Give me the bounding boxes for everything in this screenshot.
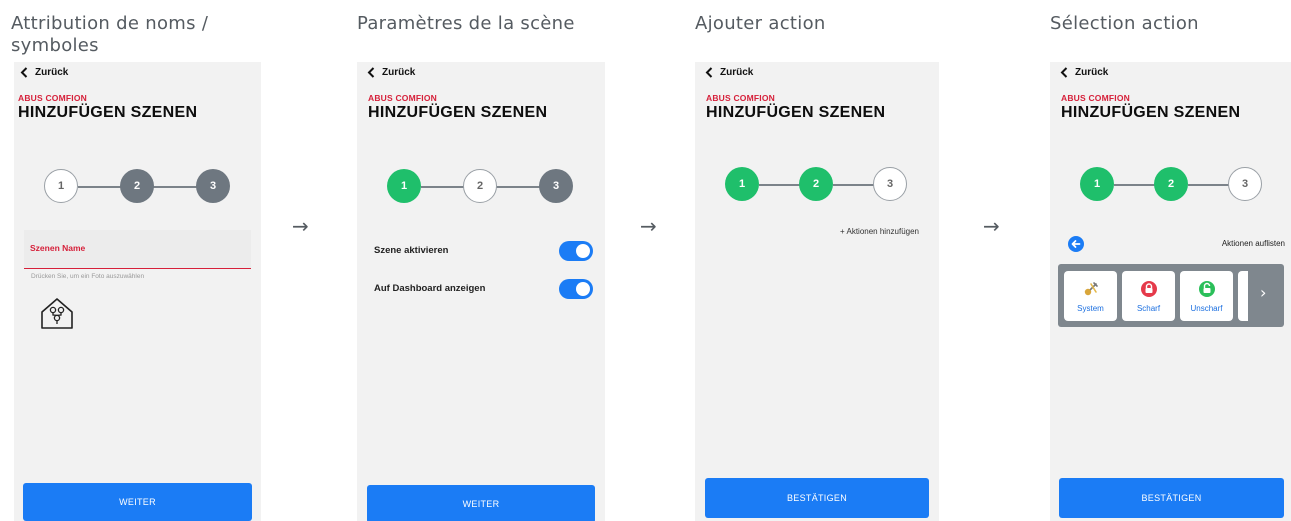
action-tile-unscharf[interactable]: Unscharf [1180,271,1233,321]
tile-label: Unscharf [1190,303,1223,313]
stepper-line [421,186,467,188]
chevron-left-icon [20,67,28,78]
tools-icon [1084,281,1098,295]
toggle-knob [576,282,590,296]
stepper-line [1188,184,1230,186]
screen-naming: Zurück ABUS COMFION HINZUFÜGEN SZENEN 1 … [14,62,261,521]
caption-add-action: Ajouter action [695,13,826,34]
back-label: Zurück [720,67,754,78]
activate-scene-toggle[interactable] [559,241,593,261]
next-button[interactable]: WEITER [367,485,595,521]
stepper-line [759,184,801,186]
arrow-left-icon [1071,240,1081,248]
action-tile-partial[interactable] [1238,271,1248,321]
arrow-right-icon: → [640,214,657,238]
photo-hint: Drücken Sie, um ein Foto auszuwählen [31,273,145,280]
toggle-knob [576,244,590,258]
screen-select-action: Zurück ABUS COMFION HINZUFÜGEN SZENEN 1 … [1050,62,1291,521]
stepper-line [78,186,124,188]
next-button[interactable]: WEITER [23,483,252,521]
confirm-button[interactable]: BESTÄTIGEN [705,478,929,518]
stepper-line [153,186,199,188]
step-3: 3 [873,167,907,201]
back-label: Zurück [382,67,416,78]
list-actions-label: Aktionen auflisten [1221,239,1285,248]
brand-name: ABUS COMFION [18,93,87,103]
step-1: 1 [1080,167,1114,201]
add-action-link[interactable]: + Aktionen hinzufügen [840,227,919,236]
caption-naming: Attribution de noms / symboles [11,13,209,56]
back-button[interactable]: Zurück [367,67,415,78]
stepper-line [833,184,875,186]
scene-photo-picker[interactable] [38,294,76,332]
back-label: Zurück [1075,67,1109,78]
arrow-right-icon: → [292,214,309,238]
brand-name: ABUS COMFION [368,93,437,103]
tile-label: System [1077,303,1104,313]
caption-select-action: Sélection action [1050,13,1199,34]
chevron-left-icon [1060,67,1068,78]
activate-scene-label: Szene aktivieren [374,245,449,256]
lock-icon [1140,280,1157,297]
back-label: Zurück [35,67,69,78]
action-carousel: System Scharf Unscharf › [1058,264,1284,327]
show-dashboard-label: Auf Dashboard anzeigen [374,283,486,294]
show-dashboard-toggle[interactable] [559,279,593,299]
brand-name: ABUS COMFION [1061,93,1130,103]
step-2: 2 [120,169,154,203]
carousel-next-button[interactable]: › [1260,283,1266,302]
smart-home-icon [41,298,73,329]
step-3: 3 [539,169,573,203]
brand-name: ABUS COMFION [706,93,775,103]
action-tile-system[interactable]: System [1064,271,1117,321]
chevron-left-icon [705,67,713,78]
action-tile-scharf[interactable]: Scharf [1122,271,1175,321]
step-3: 3 [1228,167,1262,201]
scene-name-field[interactable]: Szenen Name [24,230,251,269]
stepper-line [1114,184,1156,186]
step-1: 1 [387,169,421,203]
back-button[interactable]: Zurück [1060,67,1108,78]
step-2: 2 [463,169,497,203]
page-title: HINZUFÜGEN SZENEN [368,104,548,121]
page-title: HINZUFÜGEN SZENEN [1061,104,1241,121]
back-button[interactable]: Zurück [20,67,68,78]
unlock-icon [1198,280,1215,297]
screen-scene-settings: Zurück ABUS COMFION HINZUFÜGEN SZENEN 1 … [357,62,605,521]
step-2: 2 [799,167,833,201]
step-1: 1 [44,169,78,203]
confirm-button[interactable]: BESTÄTIGEN [1059,478,1284,518]
scene-name-label: Szenen Name [30,243,86,253]
stepper-line [496,186,542,188]
page-title: HINZUFÜGEN SZENEN [706,104,886,121]
screen-add-action: Zurück ABUS COMFION HINZUFÜGEN SZENEN 1 … [695,62,939,521]
step-3: 3 [196,169,230,203]
step-1: 1 [725,167,759,201]
tile-label: Scharf [1136,303,1161,313]
step-2: 2 [1154,167,1188,201]
page-title: HINZUFÜGEN SZENEN [18,104,198,121]
back-arrow-button[interactable] [1068,236,1084,252]
arrow-right-icon: → [983,214,1000,238]
caption-scene-settings: Paramètres de la scène [357,13,575,34]
back-button[interactable]: Zurück [705,67,753,78]
chevron-left-icon [367,67,375,78]
